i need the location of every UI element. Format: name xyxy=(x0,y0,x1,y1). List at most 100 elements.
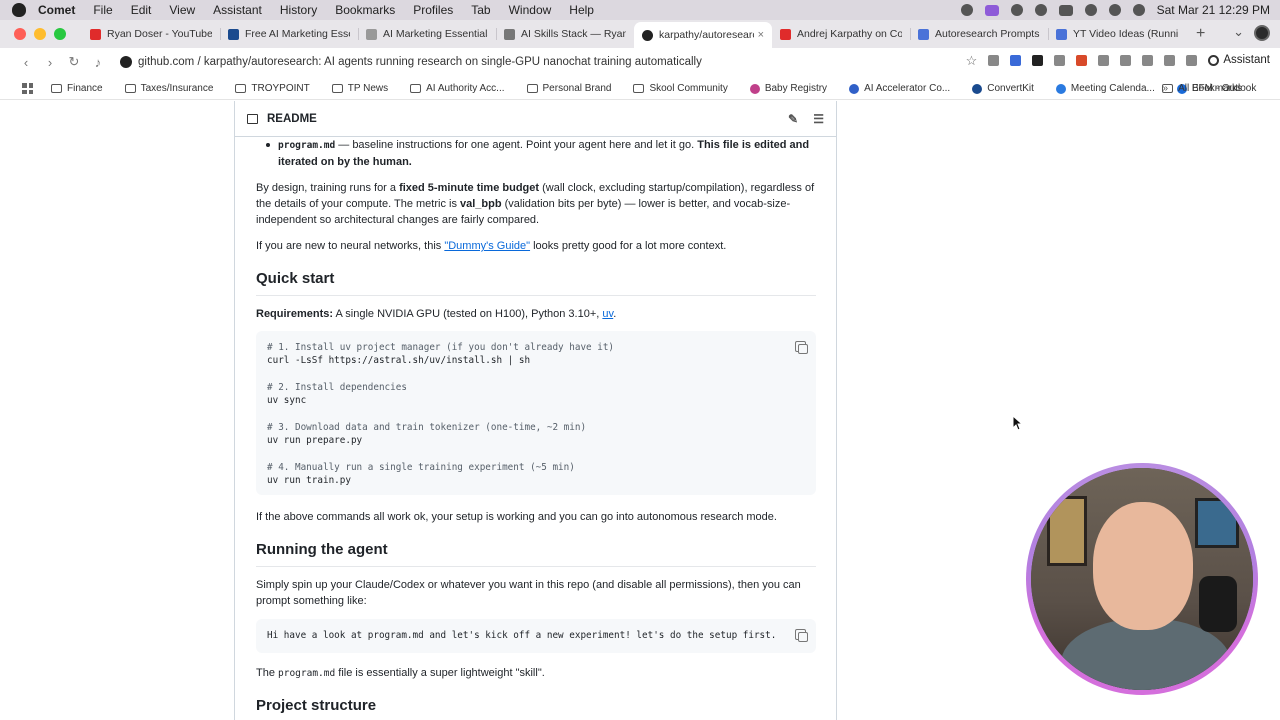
bookmark-folder[interactable]: Taxes/Insurance xyxy=(124,83,213,94)
download-icon[interactable] xyxy=(1120,54,1132,66)
menu-edit[interactable]: Edit xyxy=(131,3,152,17)
folder-icon xyxy=(526,84,538,93)
docs-icon xyxy=(1056,28,1067,40)
menu-help[interactable]: Help xyxy=(569,3,594,17)
extension-icon[interactable] xyxy=(1032,54,1044,66)
extension-icon[interactable] xyxy=(1076,54,1088,66)
readme-title[interactable]: README xyxy=(267,113,317,125)
site-favicon-icon xyxy=(749,83,760,94)
bookmarks-bar: Finance Taxes/Insurance TROYPOINT TP New… xyxy=(0,78,1280,100)
bookmark-folder[interactable]: TROYPOINT xyxy=(235,83,310,94)
new-tab-button[interactable]: + xyxy=(1196,25,1205,43)
all-bookmarks-button[interactable]: All Bookmarks xyxy=(1162,83,1242,94)
inline-code: program.md xyxy=(278,140,336,151)
bookmark-site[interactable]: AI Accelerator Co... xyxy=(849,83,950,94)
toolbar-right: ☆ Assistant xyxy=(966,54,1270,67)
close-tab-icon[interactable]: × xyxy=(758,29,764,41)
outline-list-icon[interactable]: ☰ xyxy=(813,112,824,126)
bookmark-folder[interactable]: Finance xyxy=(51,83,103,94)
code-line: uv run train.py xyxy=(267,474,351,486)
uv-link[interactable]: uv xyxy=(602,308,613,320)
zoom-window-button[interactable] xyxy=(54,28,66,40)
bookmark-star-icon[interactable]: ☆ xyxy=(966,54,978,67)
folder-icon xyxy=(51,84,62,93)
tab-free-ai-marketing[interactable]: Free AI Marketing Essentials xyxy=(220,22,358,46)
menu-assistant[interactable]: Assistant xyxy=(213,3,262,17)
tab-andrej-karpathy-code[interactable]: Andrej Karpathy on Code A xyxy=(772,22,910,46)
menu-profiles[interactable]: Profiles xyxy=(413,3,453,17)
minimize-window-button[interactable] xyxy=(34,28,46,40)
code-block-quick-start[interactable]: # 1. Install uv project manager (if you … xyxy=(256,331,816,495)
bookmark-folder[interactable]: TP News xyxy=(331,83,388,94)
close-window-button[interactable] xyxy=(14,28,26,40)
tab-yt-video-ideas[interactable]: YT Video Ideas (Running Li xyxy=(1048,22,1186,46)
screen-record-icon[interactable] xyxy=(984,4,999,16)
forward-arrow-icon[interactable]: › xyxy=(40,55,60,70)
tab-autoresearch-prompts[interactable]: Autoresearch Prompts - Go xyxy=(910,22,1048,46)
github-icon xyxy=(642,29,653,41)
copy-icon[interactable] xyxy=(795,341,808,354)
url-field[interactable]: github.com / karpathy/autoresearch: AI a… xyxy=(120,56,702,68)
folder-icon xyxy=(633,84,645,93)
menu-history[interactable]: History xyxy=(280,3,317,17)
bookmark-site[interactable]: Meeting Calenda... xyxy=(1055,83,1155,94)
battery-icon[interactable] xyxy=(1058,4,1073,16)
book-icon xyxy=(247,113,258,124)
menu-bookmarks[interactable]: Bookmarks xyxy=(335,3,395,17)
status-app-icon[interactable] xyxy=(960,4,973,16)
folder-icon xyxy=(410,84,422,93)
tab-list-chevron-icon[interactable]: ⌄ xyxy=(1233,24,1244,40)
site-favicon-icon xyxy=(1055,83,1066,94)
apple-logo-icon[interactable] xyxy=(12,3,26,17)
search-icon[interactable] xyxy=(1108,4,1121,16)
sidebar-icon[interactable] xyxy=(1164,54,1176,66)
bookmark-folder[interactable]: Skool Community xyxy=(633,83,728,94)
heading-project-structure: Project structure xyxy=(256,697,377,714)
reload-icon[interactable]: ↻ xyxy=(64,54,84,70)
control-center-icon[interactable] xyxy=(1132,4,1145,16)
tab-karpathy-autoresearch[interactable]: karpathy/autoresearch: AI a× xyxy=(634,22,772,48)
copy-icon[interactable] xyxy=(795,629,808,642)
voice-mic-icon[interactable]: ♪ xyxy=(88,55,108,70)
edit-pencil-icon[interactable]: ✎ xyxy=(788,112,798,126)
wifi-icon[interactable] xyxy=(1084,4,1097,16)
dummys-guide-link[interactable]: "Dummy's Guide" xyxy=(444,240,530,252)
paragraph-program-md: The program.md file is essentially a sup… xyxy=(256,667,545,679)
tab-ryan-doser-youtube[interactable]: Ryan Doser - YouTube xyxy=(82,22,220,46)
clock[interactable]: Sat Mar 21 12:29 PM xyxy=(1157,3,1270,17)
tab-ai-skills-stack[interactable]: AI Skills Stack — Ryan Dose xyxy=(496,22,634,46)
assistant-icon xyxy=(1208,54,1220,66)
browser-tab-strip: Ryan Doser - YouTube Free AI Marketing E… xyxy=(0,20,1280,48)
share-link-icon[interactable] xyxy=(988,54,1000,66)
extension-icon[interactable] xyxy=(1098,54,1110,66)
code-line: curl -LsSf https://astral.sh/uv/install.… xyxy=(267,355,531,367)
audio-icon[interactable] xyxy=(1186,54,1198,66)
bookmark-folder[interactable]: AI Authority Acc... xyxy=(410,83,505,94)
extension-icon[interactable] xyxy=(1010,54,1022,66)
extension-icon[interactable] xyxy=(1054,54,1066,66)
address-bar: ‹ › ↻ ♪ github.com / karpathy/autoresear… xyxy=(0,48,1280,76)
cloud-icon[interactable] xyxy=(1010,4,1023,16)
bookmark-site[interactable]: Baby Registry xyxy=(749,83,827,94)
assistant-button[interactable]: Assistant xyxy=(1208,54,1270,66)
menu-file[interactable]: File xyxy=(93,3,112,17)
status-area: Sat Mar 21 12:29 PM xyxy=(960,0,1270,20)
site-favicon-icon xyxy=(972,83,983,94)
back-arrow-icon[interactable]: ‹ xyxy=(16,55,36,70)
profile-avatar[interactable] xyxy=(1254,25,1270,41)
play-icon[interactable] xyxy=(1034,4,1047,16)
menu-window[interactable]: Window xyxy=(509,3,552,17)
tab-ai-marketing-essentials[interactable]: AI Marketing Essentials Gu xyxy=(358,22,496,46)
code-line: # 3. Download data and train tokenizer (… xyxy=(267,421,587,433)
code-block-prompt[interactable]: Hi have a look at program.md and let's k… xyxy=(256,619,816,653)
bookmark-site[interactable]: ConvertKit xyxy=(972,83,1034,94)
bookmark-folder[interactable]: Personal Brand xyxy=(526,83,611,94)
menu-app-name[interactable]: Comet xyxy=(38,3,75,17)
menu-view[interactable]: View xyxy=(169,3,195,17)
extension-icon[interactable] xyxy=(1142,54,1154,66)
apps-grid-icon[interactable] xyxy=(22,83,33,94)
readme-header: README ✎ ☰ xyxy=(235,101,836,137)
folder-icon xyxy=(235,84,247,93)
menu-tab[interactable]: Tab xyxy=(471,3,490,17)
